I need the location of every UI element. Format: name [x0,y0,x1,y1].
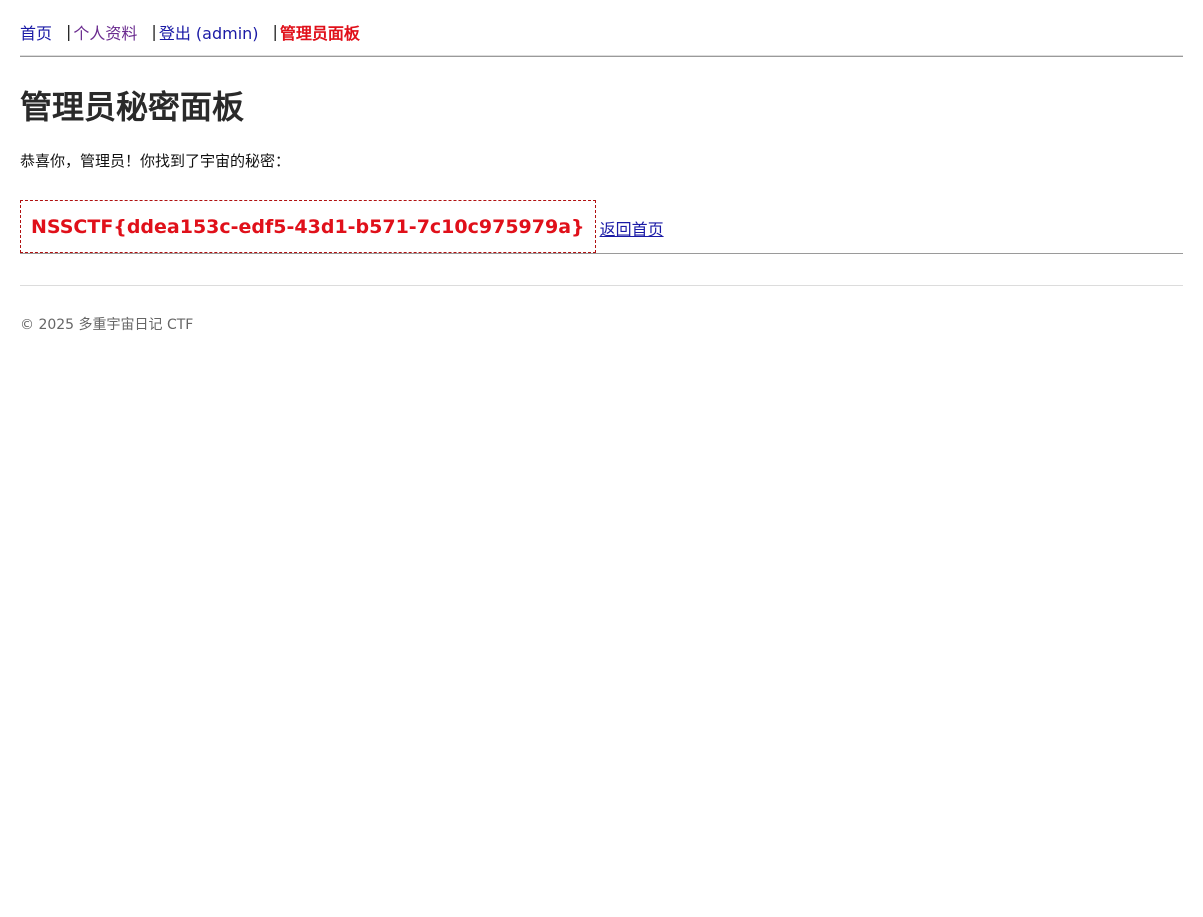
page: 首页 | 个人资料 | 登出 (admin) | 管理员面板 管理员秘密面板 恭… [0,0,1203,917]
nav-home-link[interactable]: 首页 [20,20,52,44]
main-content: 管理员秘密面板 恭喜你，管理员！你找到了宇宙的秘密： NSSCTF{ddea15… [20,85,1183,253]
footer: © 2025 多重宇宙日记 CTF [20,285,1183,334]
copyright-text: © 2025 多重宇宙日记 CTF [20,317,194,333]
nav-logout-link[interactable]: 登出 (admin) [159,20,259,44]
flag-text: NSSCTF{ddea153c-edf5-43d1-b571-7c10c9759… [31,215,585,238]
nav-separator: | [66,22,72,41]
divider [20,56,1183,57]
top-nav: 首页 | 个人资料 | 登出 (admin) | 管理员面板 [20,0,1183,56]
page-title: 管理员秘密面板 [20,88,245,126]
back-home-link[interactable]: 返回首页 [600,216,664,240]
nav-separator: | [151,22,157,41]
nav-admin-panel-link[interactable]: 管理员面板 [280,20,360,44]
intro-text: 恭喜你，管理员！你找到了宇宙的秘密： [20,152,291,170]
nav-separator: | [272,22,278,41]
nav-profile-link[interactable]: 个人资料 [73,20,137,44]
divider [20,253,1183,254]
flag-row: NSSCTF{ddea153c-edf5-43d1-b571-7c10c9759… [20,200,1183,253]
flag-box: NSSCTF{ddea153c-edf5-43d1-b571-7c10c9759… [20,200,596,253]
